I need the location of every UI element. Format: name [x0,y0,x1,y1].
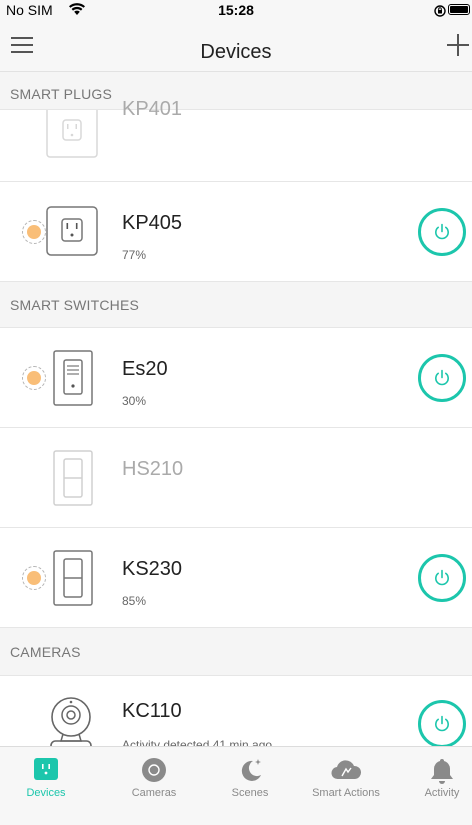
page-title: Devices [200,41,272,63]
section-header-smart-plugs: SMART PLUGS [0,72,472,110]
device-brightness: 30% [122,394,147,408]
tab-label: Scenes [231,787,269,799]
menu-icon[interactable] [10,32,40,60]
power-button[interactable] [418,700,466,746]
status-dot [22,566,46,590]
tab-label: Smart Actions [312,787,380,799]
tab-cameras[interactable]: Cameras [118,747,190,803]
device-brightness: 85% [122,594,147,608]
device-row-hs210[interactable]: HS210 [0,428,472,528]
power-button[interactable] [418,554,466,602]
status-bar: No SIM 15:28 [0,0,472,20]
status-dot [22,366,46,390]
device-brightness: 77% [122,248,147,262]
power-button[interactable] [418,354,466,402]
power-button[interactable] [418,208,466,256]
power-icon [435,569,449,586]
section-header-smart-switches: SMART SWITCHES [0,282,472,328]
camera-lens-icon [140,757,168,788]
tab-label: Cameras [131,787,177,799]
status-dot [22,220,46,244]
device-name: HS210 [122,458,184,480]
tab-smart-actions[interactable]: Smart Actions [296,747,396,803]
device-name: KC110 [122,700,182,722]
cloud-icon [330,757,362,788]
tab-bar: Devices Cameras Scenes Smart Actions Act… [0,746,472,825]
power-icon [435,223,449,240]
device-list[interactable]: SMART PLUGS KP401 KP405 77% SMART SWITCH… [0,72,472,746]
tab-activity[interactable]: Activity [412,747,472,803]
power-icon [435,369,449,386]
add-icon[interactable] [444,30,472,60]
devices-screen: No SIM 15:28 Devices SMART PLUGS KP401 K… [0,0,472,825]
bell-icon [429,757,455,790]
section-title: SMART SWITCHES [10,297,140,313]
camera-icon [46,694,96,746]
switch-icon [53,550,93,606]
power-icon [435,715,449,732]
device-name: Es20 [122,358,168,380]
device-name: KS230 [122,558,183,580]
device-status: Activity detected 41 min ago [122,738,273,746]
status-time: 15:28 [218,2,254,18]
plug-icon [46,206,98,256]
section-header-cameras: CAMERAS [0,628,472,676]
switch-icon [53,450,93,506]
device-row-kp405[interactable]: KP405 77% [0,182,472,282]
section-title: SMART PLUGS [10,86,113,102]
tab-devices[interactable]: Devices [14,747,78,803]
device-row-es20[interactable]: Es20 30% [0,328,472,428]
tab-label: Activity [424,787,460,799]
device-row-kp401[interactable]: KP401 [0,98,472,182]
tab-label: Devices [26,787,66,799]
device-row-ks230[interactable]: KS230 85% [0,528,472,628]
battery-icon [448,4,470,15]
device-name: KP401 [122,98,183,120]
device-name: KP405 [122,212,183,234]
moon-icon [238,757,264,788]
nav-bar: Devices [0,20,472,72]
plug-icon [46,110,98,158]
tab-scenes[interactable]: Scenes [214,747,286,803]
section-title: CAMERAS [10,644,81,660]
devices-icon [33,757,59,786]
dimmer-switch-icon [53,350,93,406]
device-row-kc110[interactable]: KC110 Activity detected 41 min ago [0,676,472,746]
